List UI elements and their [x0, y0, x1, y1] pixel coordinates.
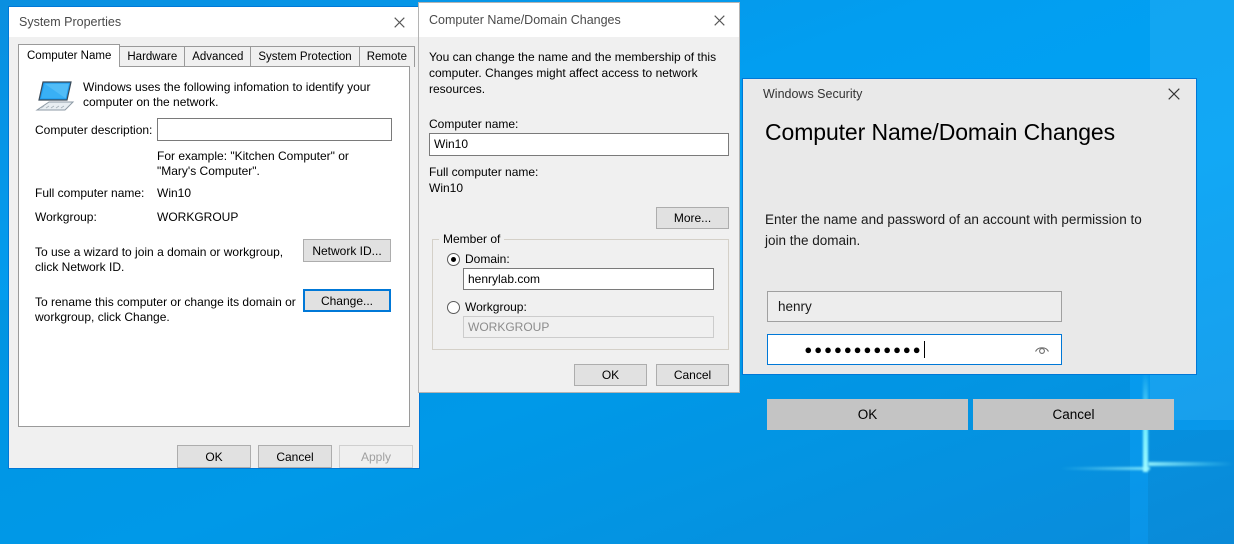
password-input[interactable]: ............ ●●●●●●●●●●●●	[767, 334, 1062, 365]
close-icon[interactable]	[699, 4, 739, 37]
computer-name-input[interactable]: Win10	[429, 133, 729, 156]
workgroup-radio-label: Workgroup:	[465, 300, 527, 315]
domain-radio[interactable]	[447, 253, 460, 266]
tab-system-protection[interactable]: System Protection	[250, 46, 359, 67]
cndc-cancel-button[interactable]: Cancel	[656, 364, 729, 386]
network-id-hint: To use a wizard to join a domain or work…	[35, 245, 300, 275]
domain-input[interactable]: henrylab.com	[463, 268, 714, 290]
computer-name-tab-panel: Windows uses the following infomation to…	[18, 66, 410, 427]
system-properties-cancel-button[interactable]: Cancel	[258, 445, 332, 468]
network-id-button[interactable]: Network ID...	[303, 239, 391, 262]
domain-radio-label: Domain:	[465, 252, 510, 267]
windows-security-title: Windows Security	[743, 87, 862, 101]
system-properties-tabstrip: Computer Name Hardware Advanced System P…	[18, 45, 410, 67]
change-hint: To rename this computer or change its do…	[35, 295, 300, 325]
tab-remote[interactable]: Remote	[359, 46, 415, 67]
eye-reveal-password-icon[interactable]	[1033, 341, 1051, 359]
workgroup-label: Workgroup:	[35, 210, 97, 225]
member-of-label: Member of	[439, 233, 504, 245]
system-properties-window: System Properties Computer Name Hardware…	[8, 6, 420, 469]
computer-icon	[35, 80, 75, 117]
computer-name-label: Computer name:	[429, 117, 518, 132]
system-properties-ok-button[interactable]: OK	[177, 445, 251, 468]
close-icon[interactable]	[1151, 80, 1196, 109]
windows-security-heading: Computer Name/Domain Changes	[765, 119, 1115, 146]
tab-advanced[interactable]: Advanced	[184, 46, 251, 67]
computer-description-example: For example: "Kitchen Computer" or "Mary…	[157, 149, 377, 179]
full-computer-name-label: Full computer name:	[35, 186, 144, 201]
computer-description-input[interactable]	[157, 118, 392, 141]
windows-security-description: Enter the name and password of an accoun…	[765, 209, 1165, 251]
workgroup-input: WORKGROUP	[463, 316, 714, 338]
username-input[interactable]: henry	[767, 291, 1062, 322]
username-value: henry	[778, 299, 812, 314]
password-dots: ●●●●●●●●●●●●	[804, 342, 922, 357]
text-caret	[924, 341, 925, 358]
cndc-titlebar: Computer Name/Domain Changes	[419, 3, 739, 37]
windows-security-titlebar: Windows Security	[743, 79, 1196, 109]
system-properties-titlebar: System Properties	[9, 7, 419, 37]
more-button[interactable]: More...	[656, 207, 729, 229]
change-button[interactable]: Change...	[303, 289, 391, 312]
wallpaper-pane-lower-right	[1148, 430, 1234, 544]
cndc-full-computer-name-label: Full computer name:	[429, 165, 538, 180]
cndc-full-computer-name-value: Win10	[429, 181, 463, 196]
full-computer-name-value: Win10	[157, 186, 191, 201]
cndc-ok-button[interactable]: OK	[574, 364, 647, 386]
windows-security-ok-button[interactable]: OK	[767, 399, 968, 430]
intro-text: Windows uses the following infomation to…	[83, 80, 393, 110]
windows-security-window: Windows Security Computer Name/Domain Ch…	[742, 78, 1197, 375]
system-properties-apply-button: Apply	[339, 445, 413, 468]
domain-radio-dot	[451, 257, 456, 262]
cndc-body: You can change the name and the membersh…	[419, 37, 739, 392]
desktop: System Properties Computer Name Hardware…	[0, 0, 1234, 544]
cndc-description: You can change the name and the membersh…	[429, 49, 721, 97]
wallpaper-horizon-beam-left	[1060, 467, 1150, 470]
workgroup-value: WORKGROUP	[157, 210, 238, 225]
computer-name-domain-changes-window: Computer Name/Domain Changes You can cha…	[418, 2, 740, 393]
cndc-title: Computer Name/Domain Changes	[419, 13, 621, 27]
system-properties-title: System Properties	[9, 15, 121, 29]
system-properties-body: Computer Name Hardware Advanced System P…	[9, 37, 419, 468]
tab-computer-name[interactable]: Computer Name	[18, 44, 120, 67]
windows-security-cancel-button[interactable]: Cancel	[973, 399, 1174, 430]
tab-hardware[interactable]: Hardware	[119, 46, 185, 67]
wallpaper-horizon-beam	[1148, 462, 1234, 466]
workgroup-radio[interactable]	[447, 301, 460, 314]
close-icon[interactable]	[379, 8, 419, 37]
computer-description-label: Computer description:	[35, 123, 152, 138]
